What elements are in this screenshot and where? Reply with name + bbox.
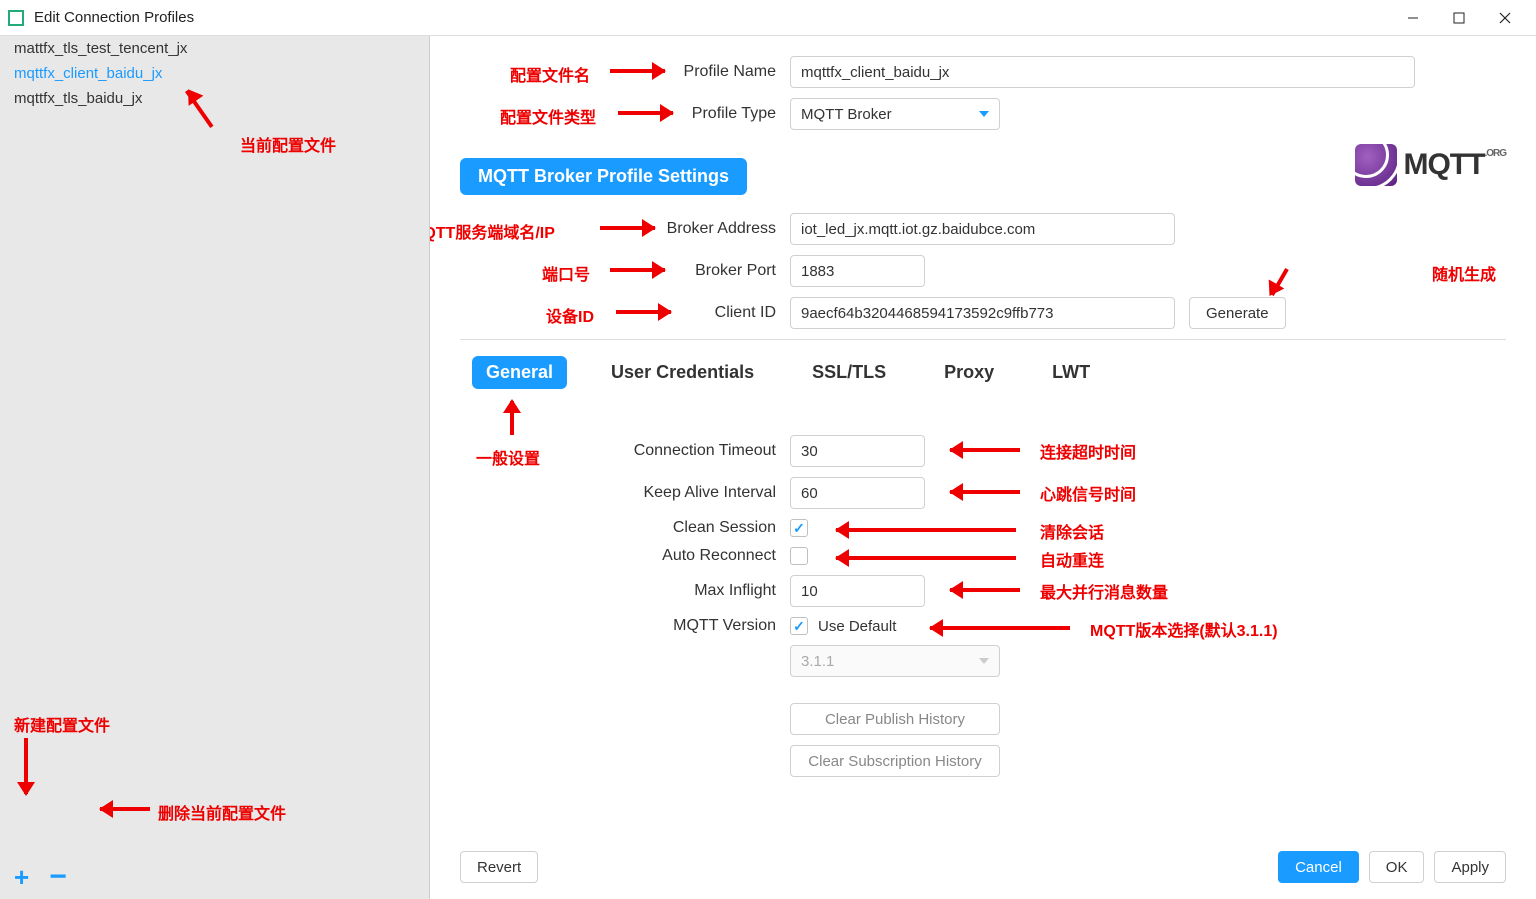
annotation-current-profile: 当前配置文件 (240, 132, 336, 156)
keep-alive-input[interactable] (790, 477, 925, 509)
annotation-port: 端口号 (542, 261, 590, 285)
mqtt-logo-icon (1355, 144, 1397, 186)
annotation-device-id: 设备ID (546, 303, 594, 327)
window-title: Edit Connection Profiles (34, 9, 1390, 26)
client-id-input[interactable] (790, 297, 1175, 329)
mqtt-logo: MQTT.ORG (1355, 144, 1506, 186)
minimize-button[interactable] (1390, 3, 1436, 33)
ok-button[interactable]: OK (1369, 851, 1425, 883)
connection-timeout-input[interactable] (790, 435, 925, 467)
annotation-keepalive: 心跳信号时间 (1040, 481, 1136, 505)
annotation-broker-domain: MQTT服务端域名/IP (430, 219, 555, 243)
annotation-profile-name: 配置文件名 (510, 62, 590, 86)
arrow-icon (950, 485, 1020, 487)
arrow-icon (1270, 281, 1306, 283)
tab-general[interactable]: General (472, 356, 567, 389)
arrow-icon (185, 92, 240, 136)
broker-port-input[interactable] (790, 255, 925, 287)
cancel-button[interactable]: Cancel (1278, 851, 1359, 883)
annotation-delete-profile: 删除当前配置文件 (158, 800, 286, 824)
annotation-auto-reconnect: 自动重连 (1040, 547, 1104, 571)
chevron-down-icon (979, 111, 989, 117)
tab-proxy[interactable]: Proxy (930, 356, 1008, 389)
auto-reconnect-checkbox[interactable] (790, 547, 808, 565)
annotation-random-gen: 随机生成 (1432, 261, 1496, 285)
annotation-clean-session: 清除会话 (1040, 519, 1104, 543)
profile-item-selected[interactable]: mqttfx_client_baidu_jx (0, 61, 429, 86)
broker-address-input[interactable] (790, 213, 1175, 245)
titlebar: Edit Connection Profiles (0, 0, 1536, 36)
connection-timeout-label: Connection Timeout (460, 442, 790, 460)
arrow-icon (610, 263, 665, 265)
generate-button[interactable]: Generate (1189, 297, 1286, 329)
clean-session-label: Clean Session (460, 519, 790, 537)
keep-alive-label: Keep Alive Interval (460, 484, 790, 502)
mqtt-logo-text: MQTT.ORG (1403, 148, 1506, 182)
arrow-icon (836, 523, 1016, 525)
revert-button[interactable]: Revert (460, 851, 538, 883)
separator (460, 339, 1506, 340)
max-inflight-input[interactable] (790, 575, 925, 607)
profile-type-select[interactable]: MQTT Broker (790, 98, 1000, 130)
apply-button[interactable]: Apply (1434, 851, 1506, 883)
main-panel: 配置文件名 Profile Name 配置文件类型 Profile Type M… (430, 36, 1536, 899)
auto-reconnect-label: Auto Reconnect (460, 547, 790, 565)
arrow-icon (616, 305, 671, 307)
arrow-icon (950, 443, 1020, 445)
maximize-button[interactable] (1436, 3, 1482, 33)
profile-name-input[interactable] (790, 56, 1415, 88)
sidebar-footer: + − (0, 855, 429, 899)
arrow-icon (950, 583, 1020, 585)
tab-user-credentials[interactable]: User Credentials (597, 356, 768, 389)
clear-publish-button[interactable]: Clear Publish History (790, 703, 1000, 735)
annotation-profile-type: 配置文件类型 (500, 104, 596, 128)
arrow-icon (100, 802, 150, 804)
annotation-conn-timeout: 连接超时时间 (1040, 439, 1136, 463)
tab-lwt[interactable]: LWT (1038, 356, 1104, 389)
broker-settings-banner: MQTT Broker Profile Settings (460, 158, 747, 195)
profile-item[interactable]: mattfx_tls_test_tencent_jx (0, 36, 429, 61)
close-button[interactable] (1482, 3, 1528, 33)
footer: Revert Cancel OK Apply (460, 851, 1506, 883)
annotation-max-inflight: 最大并行消息数量 (1040, 579, 1168, 603)
clean-session-checkbox[interactable] (790, 519, 808, 537)
sidebar: mattfx_tls_test_tencent_jx mqttfx_client… (0, 36, 430, 899)
arrow-icon (610, 64, 665, 66)
remove-profile-button[interactable]: − (49, 860, 67, 894)
tabs: General User Credentials SSL/TLS Proxy L… (472, 356, 1506, 389)
arrow-icon (618, 106, 673, 108)
max-inflight-label: Max Inflight (460, 582, 790, 600)
mqtt-version-select: 3.1.1 (790, 645, 1000, 677)
arrow-icon (600, 221, 655, 223)
arrow-icon (930, 621, 1070, 623)
mqtt-version-checkbox[interactable] (790, 617, 808, 635)
add-profile-button[interactable]: + (14, 862, 29, 893)
app-icon (8, 10, 24, 26)
chevron-down-icon (979, 658, 989, 664)
arrow-icon (836, 551, 1016, 553)
mqtt-version-label: MQTT Version (460, 617, 790, 635)
tab-ssl[interactable]: SSL/TLS (798, 356, 900, 389)
annotation-mqtt-version: MQTT版本选择(默认3.1.1) (1090, 617, 1278, 641)
clear-subscription-button[interactable]: Clear Subscription History (790, 745, 1000, 777)
use-default-label: Use Default (818, 618, 896, 635)
annotation-new-profile: 新建配置文件 (14, 712, 110, 736)
